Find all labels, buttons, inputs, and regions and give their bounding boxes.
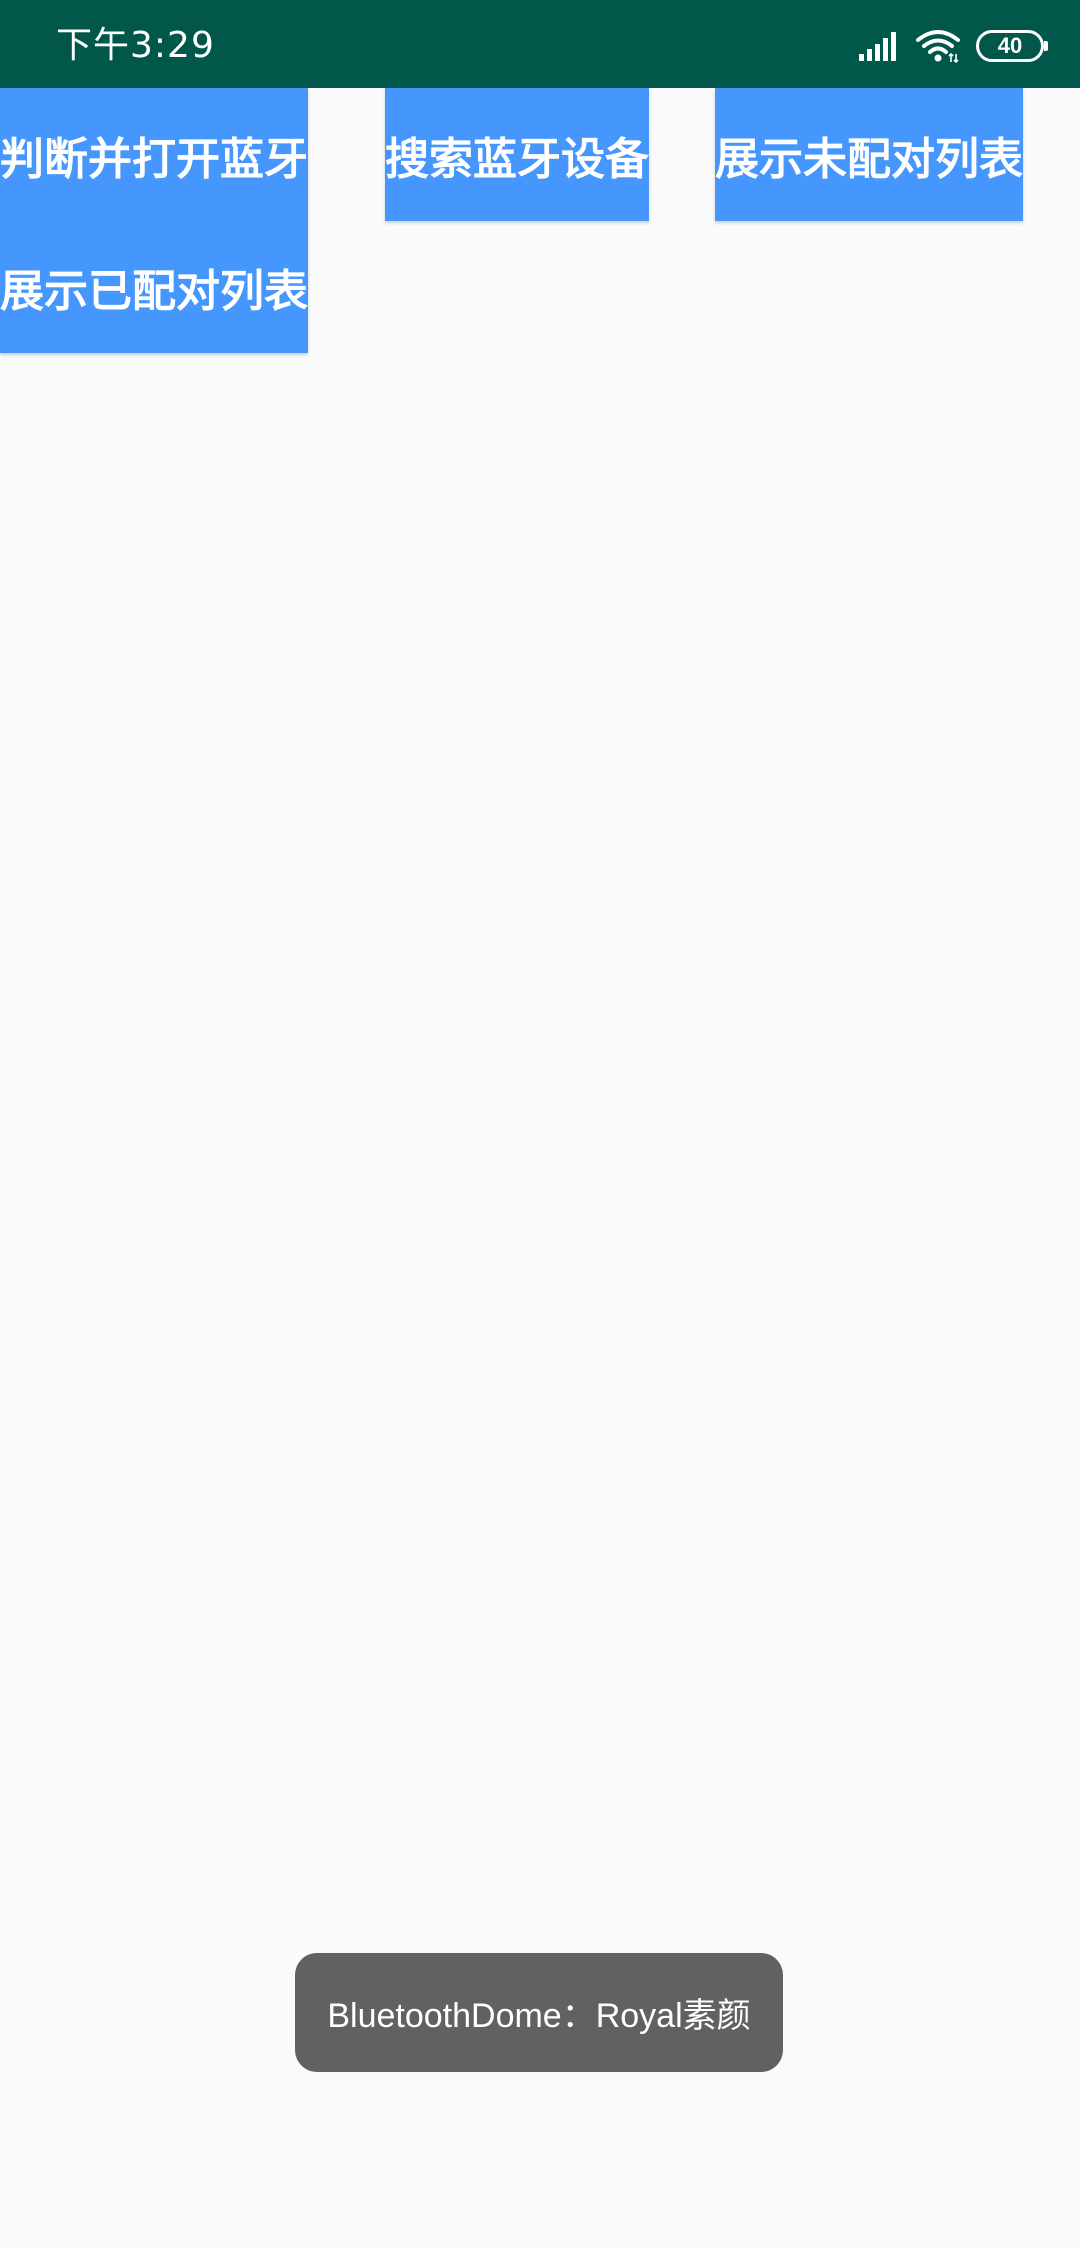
battery-tip <box>1044 41 1048 51</box>
battery-icon: 40 <box>976 30 1048 62</box>
show-unpaired-list-button[interactable]: 展示未配对列表 <box>715 88 1023 221</box>
search-devices-button[interactable]: 搜索蓝牙设备 <box>385 88 649 221</box>
signal-icon <box>859 32 896 61</box>
show-paired-list-button[interactable]: 展示已配对列表 <box>0 221 308 353</box>
wifi-icon <box>916 30 960 63</box>
status-bar: 下午3:29 40 <box>0 0 1080 88</box>
battery-level: 40 <box>997 33 1023 58</box>
open-bluetooth-button[interactable]: 判断并打开蓝牙 <box>0 88 308 221</box>
toast-message: BluetoothDome：Royal素颜 <box>295 1953 783 2072</box>
status-icons: 40 <box>858 24 1048 68</box>
status-time: 下午3:29 <box>56 25 215 66</box>
